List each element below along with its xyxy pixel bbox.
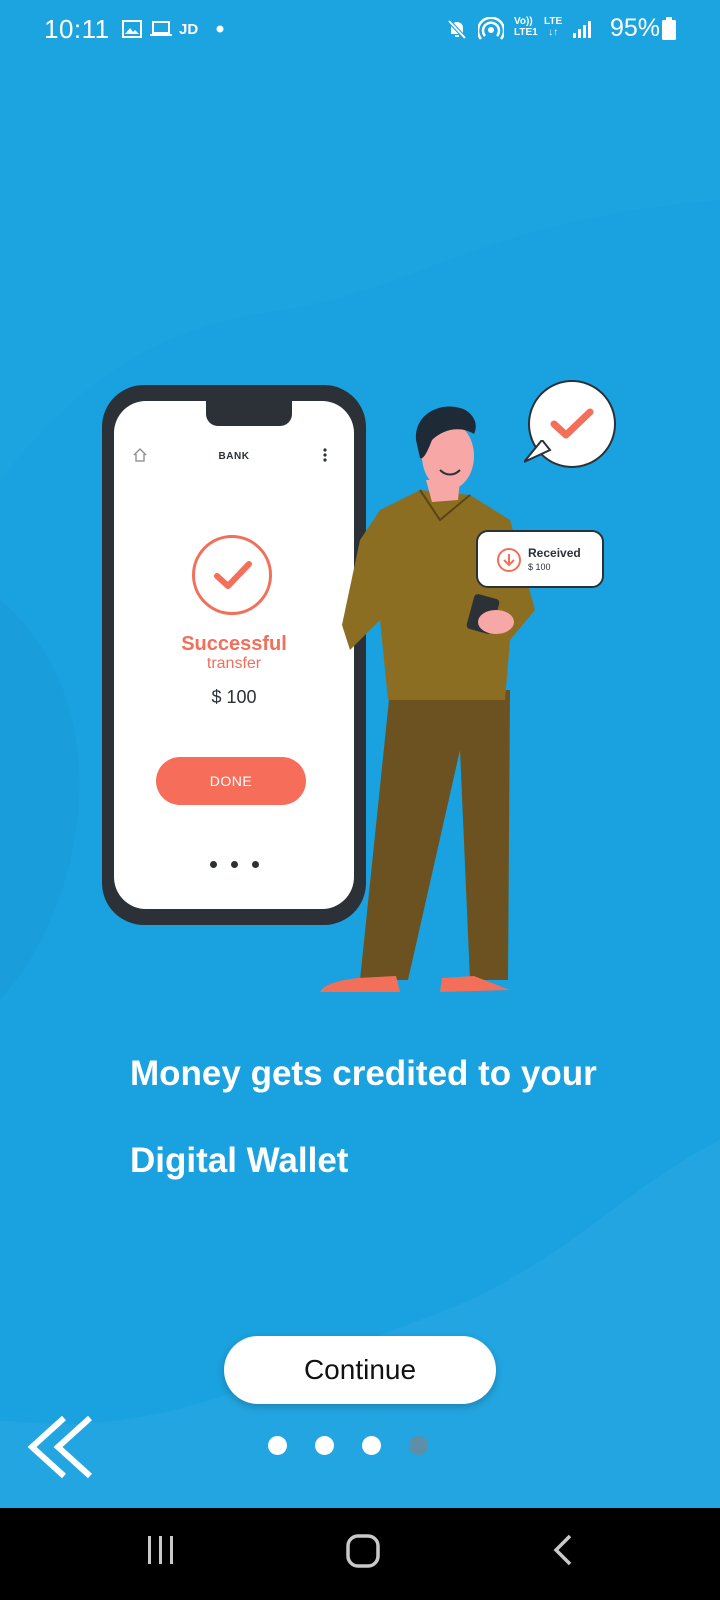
dot-icon bbox=[216, 14, 224, 44]
status-bar: 10:11 JD Vo)) LTE1 LTE ↓↑ 95% bbox=[0, 0, 720, 60]
carrier-badge: JD bbox=[179, 20, 199, 38]
page-dot bbox=[315, 1436, 334, 1455]
page-dot bbox=[268, 1436, 287, 1455]
person-illustration bbox=[320, 406, 535, 992]
success-subtitle: transfer bbox=[206, 655, 262, 672]
data-arrows-icon: ↓↑ bbox=[548, 27, 559, 38]
phone-bank-title: BANK bbox=[218, 451, 250, 462]
received-bubble: Received $ 100 bbox=[476, 530, 604, 588]
mute-icon bbox=[446, 14, 468, 44]
recent-apps-icon[interactable] bbox=[146, 1530, 176, 1575]
continue-button[interactable]: Continue bbox=[224, 1336, 496, 1404]
lte-label: LTE bbox=[544, 16, 563, 27]
page-dot bbox=[362, 1436, 381, 1455]
check-bubble-tail bbox=[524, 440, 552, 463]
success-title: Successful bbox=[181, 633, 287, 655]
navigation-bar bbox=[0, 1508, 720, 1600]
illustration-done-button: DONE bbox=[156, 757, 306, 805]
phone-dots bbox=[210, 861, 259, 868]
phone-notch bbox=[206, 401, 292, 426]
hotspot-icon bbox=[478, 14, 504, 44]
volte-indicator: Vo)) LTE1 bbox=[514, 16, 538, 46]
lte1-label: LTE1 bbox=[514, 27, 538, 38]
image-icon bbox=[122, 14, 142, 44]
battery-percent: 95% bbox=[610, 14, 661, 42]
transfer-amount: $ 100 bbox=[211, 687, 257, 707]
double-chevron-left-icon[interactable] bbox=[26, 1412, 96, 1482]
onboarding-screen: 10:11 JD Vo)) LTE1 LTE ↓↑ 95% BANK Succe… bbox=[0, 0, 720, 1508]
received-label: Received bbox=[528, 546, 581, 560]
received-amount: $ 100 bbox=[528, 562, 551, 572]
phone-screen: BANK Successful transfer $ 100 DONE bbox=[114, 401, 354, 909]
home-icon[interactable] bbox=[344, 1530, 384, 1575]
page-dot-active bbox=[409, 1436, 428, 1455]
download-arrow-icon bbox=[496, 547, 522, 578]
laptop-icon bbox=[150, 14, 172, 44]
back-icon[interactable] bbox=[550, 1530, 576, 1575]
heading-line-2: Digital Wallet bbox=[130, 1141, 349, 1180]
heading-line-1: Money gets credited to your bbox=[130, 1054, 597, 1093]
status-time: 10:11 bbox=[44, 14, 110, 44]
lte-indicator: LTE ↓↑ bbox=[544, 16, 562, 46]
volte-label: Vo)) bbox=[514, 16, 533, 27]
battery-icon bbox=[662, 14, 676, 44]
signal-icon bbox=[572, 14, 592, 44]
page-indicator bbox=[268, 1436, 428, 1455]
success-check-icon bbox=[192, 535, 272, 615]
